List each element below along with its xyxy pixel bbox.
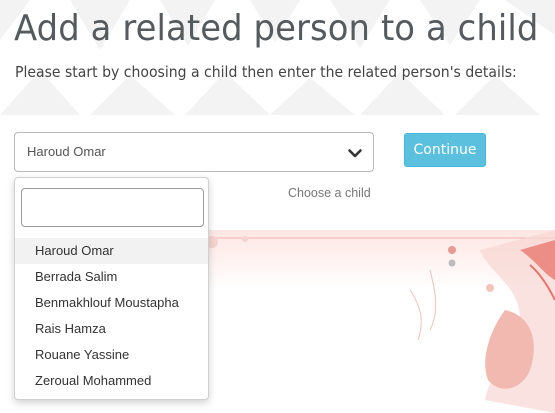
page-subtitle: Please start by choosing a child then en… [15,63,517,81]
child-options-list: Haroud Omar Berrada Salim Benmakhlouf Mo… [15,238,208,394]
continue-button[interactable]: Continue [404,133,486,167]
child-select-value: Haroud Omar [27,144,106,159]
option-item[interactable]: Zeroual Mohammed [15,368,208,394]
page: Add a related person to a child Please s… [0,0,555,413]
child-dropdown: Haroud Omar Berrada Salim Benmakhlouf Mo… [14,177,209,400]
option-item[interactable]: Berrada Salim [15,264,208,290]
option-item[interactable]: Rais Hamza [15,316,208,342]
child-select[interactable]: Haroud Omar [14,132,374,172]
option-item[interactable]: Benmakhlouf Moustapha [15,290,208,316]
choose-child-helper: Choose a child [288,186,371,200]
option-item[interactable]: Haroud Omar [15,238,208,264]
option-item[interactable]: Rouane Yassine [15,342,208,368]
chevron-down-icon[interactable] [347,145,363,161]
decorative-illustration [190,230,555,413]
child-search-input[interactable] [21,188,204,227]
page-title: Add a related person to a child [14,8,539,49]
